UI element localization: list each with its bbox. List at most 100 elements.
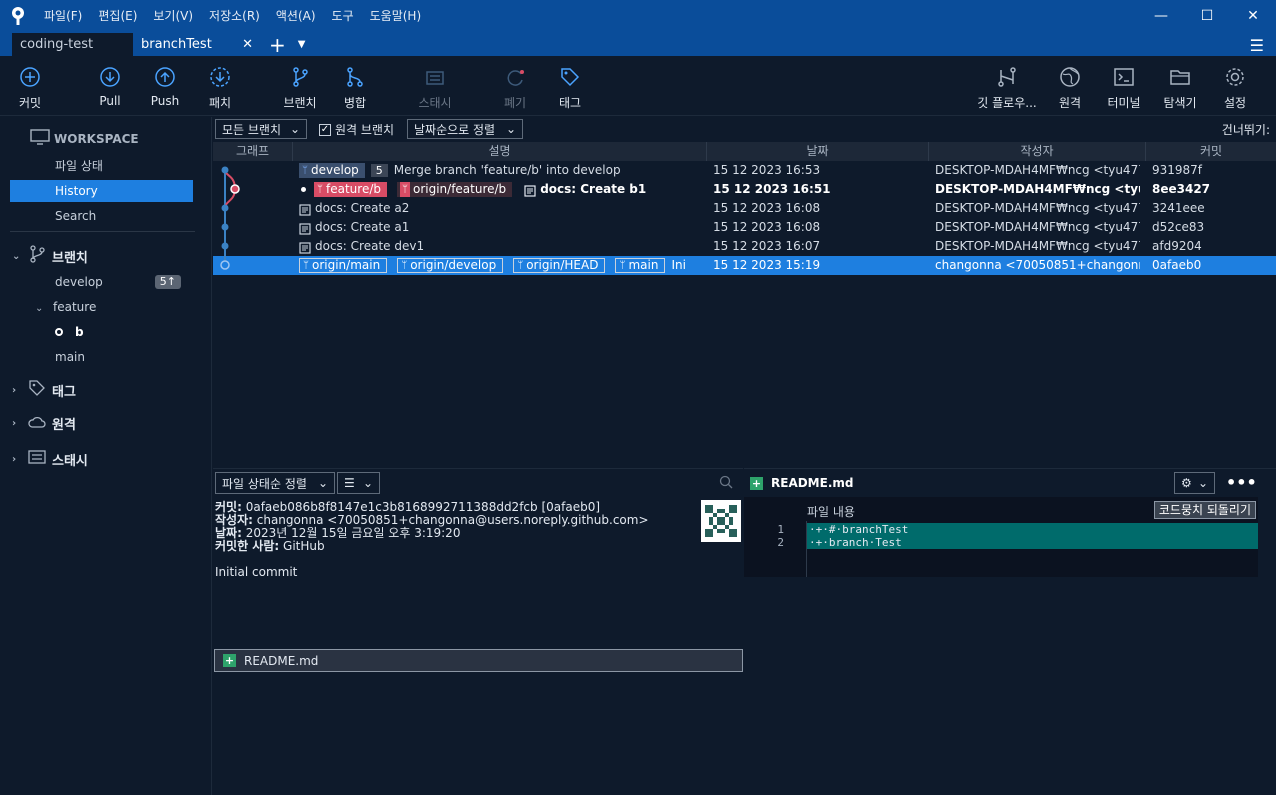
- menu-tools[interactable]: 도구: [324, 0, 362, 32]
- sidebar-item-search[interactable]: Search: [10, 205, 193, 227]
- sidebar-item-branch-develop[interactable]: develop 5↑: [10, 271, 193, 293]
- more-options-icon[interactable]: •••: [1226, 473, 1257, 492]
- menu-edit[interactable]: 편집(E): [90, 0, 145, 32]
- commit-date: 15 12 2023 16:51: [713, 182, 831, 196]
- divider: [10, 231, 195, 232]
- gear-icon: ⚙: [1181, 476, 1192, 490]
- commit-full-message: Initial commit: [215, 565, 298, 579]
- commit-row-selected[interactable]: ᛘ origin/main ᛘ origin/develop ᛘ origin/HEAD ᛘ…: [213, 256, 1276, 275]
- tag-button[interactable]: 태그: [540, 64, 600, 111]
- hamburger-menu-icon[interactable]: ☰: [1250, 36, 1264, 55]
- close-window-button[interactable]: ✕: [1230, 0, 1276, 32]
- add-tab-icon[interactable]: +: [269, 34, 286, 56]
- branch-label: 브랜치: [283, 96, 317, 110]
- search-icon[interactable]: [719, 475, 733, 492]
- menu-repository[interactable]: 저장소(R): [201, 0, 268, 32]
- column-commit[interactable]: 커밋: [1146, 142, 1276, 161]
- column-author[interactable]: 작성자: [929, 142, 1146, 161]
- commit-hash: 0afaeb0: [1152, 258, 1202, 272]
- history-column-headers: 그래프 설명 날짜 작성자 커밋: [213, 142, 1276, 161]
- patch-button[interactable]: 패치: [190, 64, 250, 111]
- column-graph[interactable]: 그래프: [213, 142, 293, 161]
- tab-dropdown-icon[interactable]: ▼: [298, 34, 306, 56]
- merge-button[interactable]: 병합: [325, 64, 385, 111]
- globe-icon: [1059, 64, 1081, 90]
- diff-file-header: + README.md: [750, 476, 853, 490]
- stash-label: 스태시: [418, 96, 452, 110]
- commit-info: 커밋: 0afaeb086b8f8147e1c3b8168992711388dd…: [215, 501, 649, 579]
- remote-branches-checkbox[interactable]: ✓ 원격 브랜치: [319, 121, 394, 138]
- menu-file[interactable]: 파일(F): [36, 0, 90, 32]
- ref-label: origin/feature/b: [412, 182, 507, 196]
- column-description[interactable]: 설명: [293, 142, 707, 161]
- maximize-button[interactable]: ☐: [1184, 0, 1230, 32]
- gitflow-button[interactable]: 깃 플로우...: [977, 64, 1037, 111]
- stash-button[interactable]: 스태시: [405, 64, 465, 111]
- branch-ref-main[interactable]: ᛘ main: [615, 258, 666, 273]
- tab-coding-test[interactable]: coding-test: [12, 33, 133, 56]
- diff-options-dropdown[interactable]: ⚙ ⌄: [1174, 472, 1215, 494]
- sidebar-folder-feature[interactable]: ⌄ feature: [10, 296, 193, 318]
- branch-icon: ᛘ: [619, 260, 626, 271]
- pull-icon: [99, 64, 121, 90]
- minimize-button[interactable]: —: [1138, 0, 1184, 32]
- branch-ref-origin-main[interactable]: ᛘ origin/main: [299, 258, 388, 273]
- doc-icon: [524, 184, 536, 197]
- remote-button[interactable]: 원격: [1040, 64, 1100, 111]
- commit-date: 15 12 2023 16:53: [713, 163, 821, 177]
- branch-ref-origin-feature-b[interactable]: ᛘ origin/feature/b: [396, 182, 513, 197]
- branch-filter-dropdown[interactable]: 모든 브랜치 ⌄: [215, 119, 307, 139]
- tab-branchtest[interactable]: branchTest ✕: [133, 33, 261, 56]
- settings-button[interactable]: 설정: [1205, 64, 1265, 111]
- file-added-icon: +: [750, 476, 763, 490]
- sidebar-group-stashes[interactable]: › 스태시: [12, 449, 88, 469]
- file-sort-dropdown[interactable]: 파일 상태순 정렬 ⌄: [215, 472, 335, 494]
- gitflow-label: 깃 플로우...: [977, 96, 1037, 110]
- branch-icon: ᛘ: [517, 260, 524, 271]
- branch-button[interactable]: 브랜치: [270, 64, 330, 111]
- commit-button[interactable]: 커밋: [0, 64, 60, 111]
- commit-date: 15 12 2023 15:19: [713, 258, 821, 272]
- close-tab-icon[interactable]: ✕: [242, 37, 253, 52]
- diff-file-name: README.md: [771, 476, 854, 490]
- push-button[interactable]: Push: [135, 64, 195, 108]
- dropdown-label: 파일 상태순 정렬: [222, 476, 307, 491]
- ahead-count-badge: 5: [370, 164, 388, 177]
- commit-row[interactable]: ᛘ feature/b ᛘ origin/feature/b docs: Create …: [213, 180, 1276, 199]
- view-mode-dropdown[interactable]: ☰ ⌄: [337, 472, 380, 494]
- commit-row[interactable]: docs: Create dev1 15 12 2023 16:07 DESKT…: [213, 237, 1276, 256]
- explorer-button[interactable]: 탐색기: [1150, 64, 1210, 111]
- chevron-down-icon: ⌄: [317, 476, 328, 490]
- commit-hash: afd9204: [1152, 239, 1202, 253]
- sidebar-item-branch-b[interactable]: b: [10, 321, 193, 343]
- commit-author: changonna <70050851+changonna@: [935, 258, 1140, 272]
- commit-row[interactable]: ᛘ develop 5 Merge branch 'feature/b' into d…: [213, 161, 1276, 180]
- sidebar-group-tags[interactable]: › 태그: [12, 379, 76, 401]
- branch-ref-feature-b[interactable]: ᛘ feature/b: [314, 182, 387, 197]
- sidebar-item-file-status[interactable]: 파일 상태: [10, 155, 193, 177]
- sidebar-item-branch-main[interactable]: main: [10, 346, 193, 368]
- menu-help[interactable]: 도움말(H): [362, 0, 430, 32]
- branch-ref-origin-develop[interactable]: ᛘ origin/develop: [397, 258, 504, 273]
- revert-hunk-button[interactable]: 코드뭉치 되돌리기: [1153, 501, 1256, 519]
- branch-ref-develop[interactable]: ᛘ develop: [299, 163, 365, 178]
- menu-view[interactable]: 보기(V): [145, 0, 201, 32]
- discard-button[interactable]: 폐기: [485, 64, 545, 111]
- sidebar-item-history[interactable]: History: [10, 180, 193, 202]
- commit-sha: 0afaeb086b8f8147e1c3b8168992711388dd2fcb…: [245, 500, 601, 514]
- sort-dropdown[interactable]: 날짜순으로 정렬 ⌄: [407, 119, 523, 139]
- branch-icon: [28, 245, 46, 267]
- commit-row[interactable]: docs: Create a2 15 12 2023 16:08 DESKTOP…: [213, 199, 1276, 218]
- commit-icon: [19, 64, 41, 90]
- changed-file-row[interactable]: + README.md: [214, 649, 743, 672]
- branch-ref-origin-head[interactable]: ᛘ origin/HEAD: [513, 258, 606, 273]
- column-date[interactable]: 날짜: [707, 142, 929, 161]
- title-bar: 파일(F) 편집(E) 보기(V) 저장소(R) 액션(A) 도구 도움말(H)…: [0, 0, 1276, 32]
- pull-button[interactable]: Pull: [80, 64, 140, 108]
- sidebar-group-remotes[interactable]: › 원격: [12, 414, 76, 433]
- terminal-button[interactable]: 터미널: [1094, 64, 1154, 111]
- menu-actions[interactable]: 액션(A): [268, 0, 324, 32]
- commit-row[interactable]: docs: Create a1 15 12 2023 16:08 DESKTOP…: [213, 218, 1276, 237]
- author-value: changonna <70050851+changonna@users.nore…: [256, 513, 649, 527]
- sidebar-group-branches[interactable]: ⌄ 브랜치: [12, 245, 88, 267]
